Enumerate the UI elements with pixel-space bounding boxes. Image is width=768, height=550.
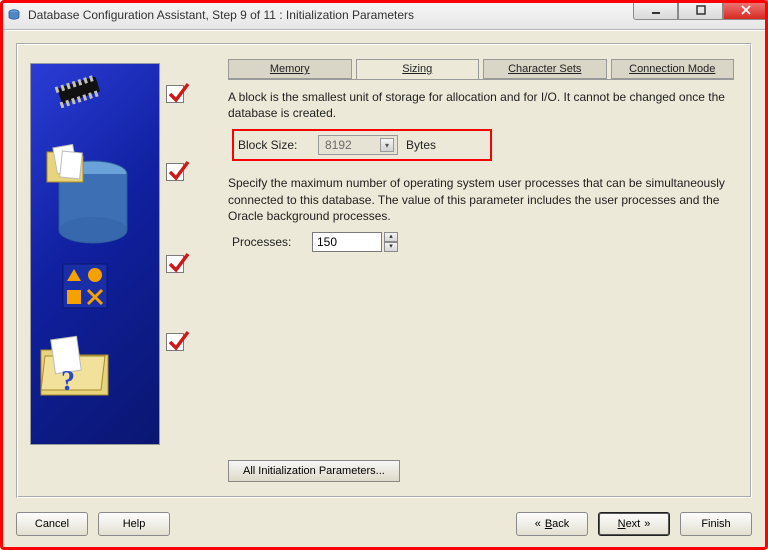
wizard-step-3-check-icon	[166, 255, 184, 273]
app-icon	[6, 7, 22, 23]
processes-input[interactable]	[312, 232, 382, 252]
window-title: Database Configuration Assistant, Step 9…	[28, 8, 414, 22]
window-close-button[interactable]	[723, 0, 768, 20]
window-minimize-button[interactable]	[633, 0, 678, 20]
block-size-row: Block Size: 8192 ▾ Bytes	[232, 129, 492, 161]
window-titlebar: Database Configuration Assistant, Step 9…	[0, 0, 768, 30]
help-button[interactable]: Help	[98, 512, 170, 536]
processes-row: Processes: ▴ ▾	[232, 232, 732, 252]
wizard-step-4-check-icon	[166, 333, 184, 351]
chevron-down-icon: ▾	[380, 138, 394, 152]
processes-spin-up[interactable]: ▴	[384, 232, 398, 242]
wizard-step-help-folder-icon: ?	[39, 334, 123, 409]
tab-underline	[228, 79, 734, 80]
tab-sizing[interactable]: Sizing	[356, 59, 480, 79]
block-size-description: A block is the smallest unit of storage …	[228, 89, 732, 121]
wizard-step-1-check-icon	[166, 85, 184, 103]
cancel-button[interactable]: Cancel	[16, 512, 88, 536]
window-maximize-button[interactable]	[678, 0, 723, 20]
all-initialization-parameters-button[interactable]: All Initialization Parameters...	[228, 460, 400, 482]
wizard-step-2-check-icon	[166, 163, 184, 181]
tab-character-sets[interactable]: Character Sets	[483, 59, 607, 79]
finish-button[interactable]: Finish	[680, 512, 752, 536]
tab-connection-mode[interactable]: Connection Mode	[611, 59, 735, 79]
processes-label: Processes:	[232, 235, 304, 249]
main-panel: ? Memory Sizing Character Sets Connectio…	[16, 43, 752, 498]
wizard-step-options-icon	[61, 262, 111, 315]
processes-spin-down[interactable]: ▾	[384, 242, 398, 252]
tab-memory[interactable]: Memory	[228, 59, 352, 79]
chevron-left-icon: «	[535, 518, 541, 530]
back-button[interactable]: « Back	[516, 512, 588, 536]
svg-text:?: ?	[61, 366, 75, 397]
block-size-combo[interactable]: 8192 ▾	[318, 135, 398, 155]
block-size-label: Block Size:	[238, 138, 310, 152]
processes-description: Specify the maximum number of operating …	[228, 175, 732, 224]
block-size-value: 8192	[325, 138, 352, 152]
wizard-progress-strip: ?	[30, 63, 160, 445]
chevron-right-icon: »	[644, 518, 650, 530]
wizard-step-chip-icon	[49, 72, 109, 113]
next-button[interactable]: Next »	[598, 512, 670, 536]
wizard-step-database-icon	[43, 144, 143, 267]
block-size-unit: Bytes	[406, 138, 436, 152]
